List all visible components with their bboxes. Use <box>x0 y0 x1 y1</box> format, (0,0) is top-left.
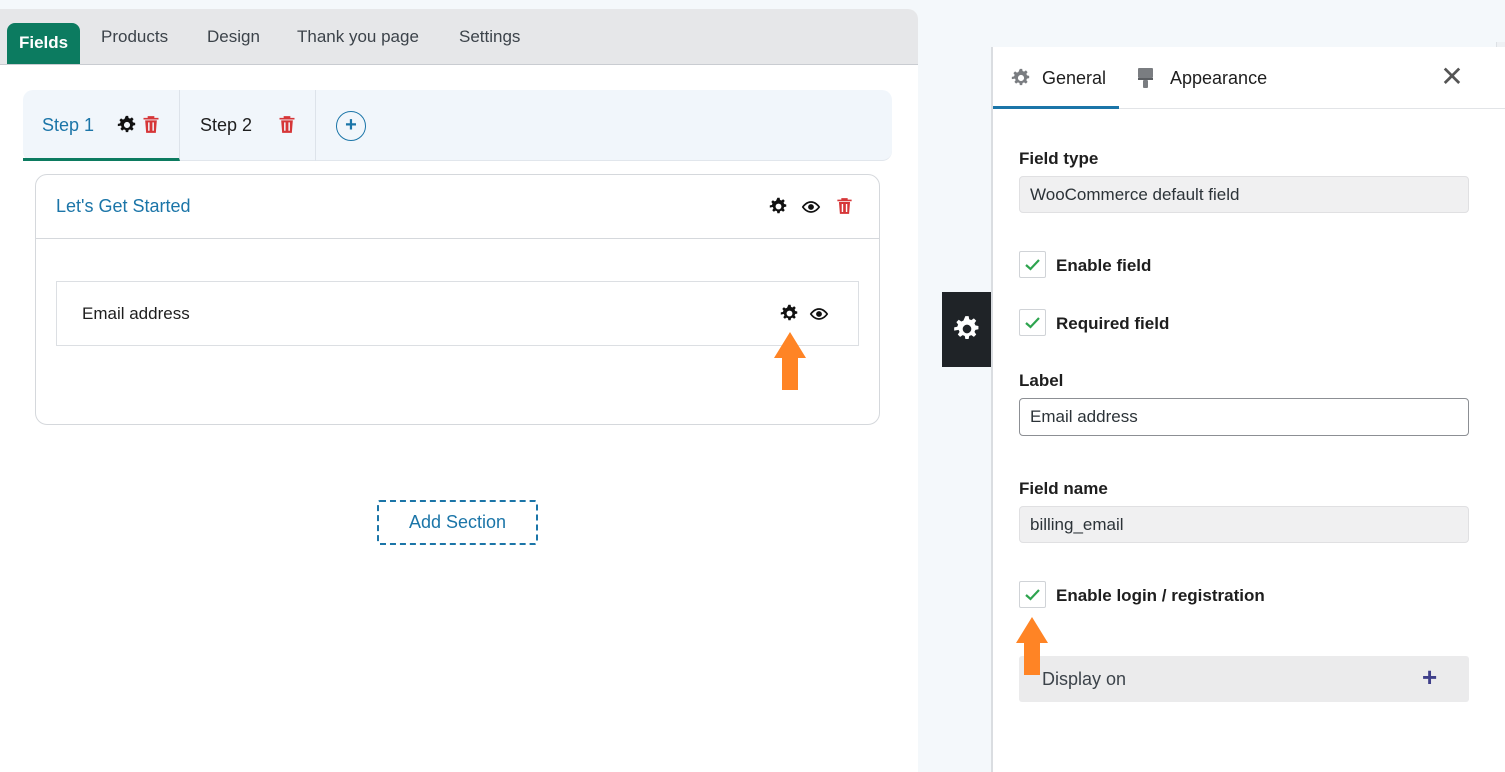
top-tab-bar: Fields Products Design Thank you page Se… <box>0 9 918 65</box>
paint-brush-icon <box>1138 68 1153 88</box>
field-name-label: Field name <box>1019 479 1108 498</box>
check-icon <box>1025 259 1040 271</box>
panel-tab-bar: General Appearance ✕ <box>993 47 1505 109</box>
required-field-checkbox[interactable] <box>1019 309 1046 336</box>
eye-icon[interactable] <box>801 197 821 217</box>
label-field-label: Label <box>1019 371 1064 390</box>
step-1-label[interactable]: Step 1 <box>42 115 94 136</box>
enable-field-label[interactable]: Enable field <box>1056 256 1151 276</box>
tab-general[interactable]: General <box>993 47 1119 109</box>
tab-design[interactable]: Design <box>207 23 260 51</box>
field-type-value: WooCommerce default field <box>1019 176 1469 213</box>
add-section-button[interactable]: Add Section <box>377 500 538 545</box>
step-bar: Step 1 Step 2 + <box>23 90 892 161</box>
trash-icon[interactable] <box>835 196 854 216</box>
step-tab-2[interactable]: Step 2 <box>180 90 316 161</box>
plus-icon[interactable]: + <box>1422 662 1437 693</box>
section-header: Let's Get Started <box>36 175 879 239</box>
label-input[interactable] <box>1019 398 1469 436</box>
enable-login-registration-label[interactable]: Enable login / registration <box>1056 586 1265 606</box>
close-icon[interactable]: ✕ <box>1439 62 1465 92</box>
tab-thank-you-page[interactable]: Thank you page <box>297 23 419 51</box>
check-icon <box>1025 589 1040 601</box>
gear-icon[interactable] <box>769 197 788 216</box>
display-on-accordion[interactable]: Display on + <box>1019 656 1469 702</box>
arrow-up-icon <box>774 332 806 390</box>
check-icon <box>1025 317 1040 329</box>
required-field-label[interactable]: Required field <box>1056 314 1169 334</box>
form-section: Let's Get Started Email address <box>35 174 880 425</box>
tab-products[interactable]: Products <box>101 23 168 51</box>
section-title[interactable]: Let's Get Started <box>56 196 191 217</box>
trash-icon[interactable] <box>141 114 161 135</box>
step-tab-1[interactable]: Step 1 <box>23 90 180 161</box>
gear-icon[interactable] <box>117 115 137 135</box>
checkout-builder: Fields Products Design Thank you page Se… <box>0 9 918 772</box>
field-type-label: Field type <box>1019 149 1099 168</box>
field-row-email[interactable]: Email address <box>56 281 859 346</box>
step-2-label[interactable]: Step 2 <box>200 115 252 136</box>
field-label: Email address <box>82 304 190 323</box>
tab-appearance-label: Appearance <box>1170 68 1268 88</box>
gear-icon <box>954 316 979 340</box>
field-settings-panel: General Appearance ✕ Field type WooComme… <box>991 47 1505 772</box>
tab-general-label: General <box>1042 68 1107 88</box>
display-on-label: Display on <box>1042 669 1127 689</box>
gear-icon <box>1011 68 1030 86</box>
eye-icon[interactable] <box>809 304 829 324</box>
gear-icon[interactable] <box>780 304 799 323</box>
enable-login-registration-checkbox[interactable] <box>1019 581 1046 608</box>
tab-appearance[interactable]: Appearance <box>1129 47 1279 109</box>
enable-field-checkbox[interactable] <box>1019 251 1046 278</box>
tab-settings[interactable]: Settings <box>459 23 520 51</box>
arrow-up-icon <box>1016 617 1048 675</box>
field-name-value: billing_email <box>1019 506 1469 543</box>
trash-icon[interactable] <box>277 114 297 135</box>
settings-toggle-button[interactable] <box>942 292 992 367</box>
tab-fields[interactable]: Fields <box>7 23 81 64</box>
add-step-button[interactable]: + <box>336 111 366 141</box>
